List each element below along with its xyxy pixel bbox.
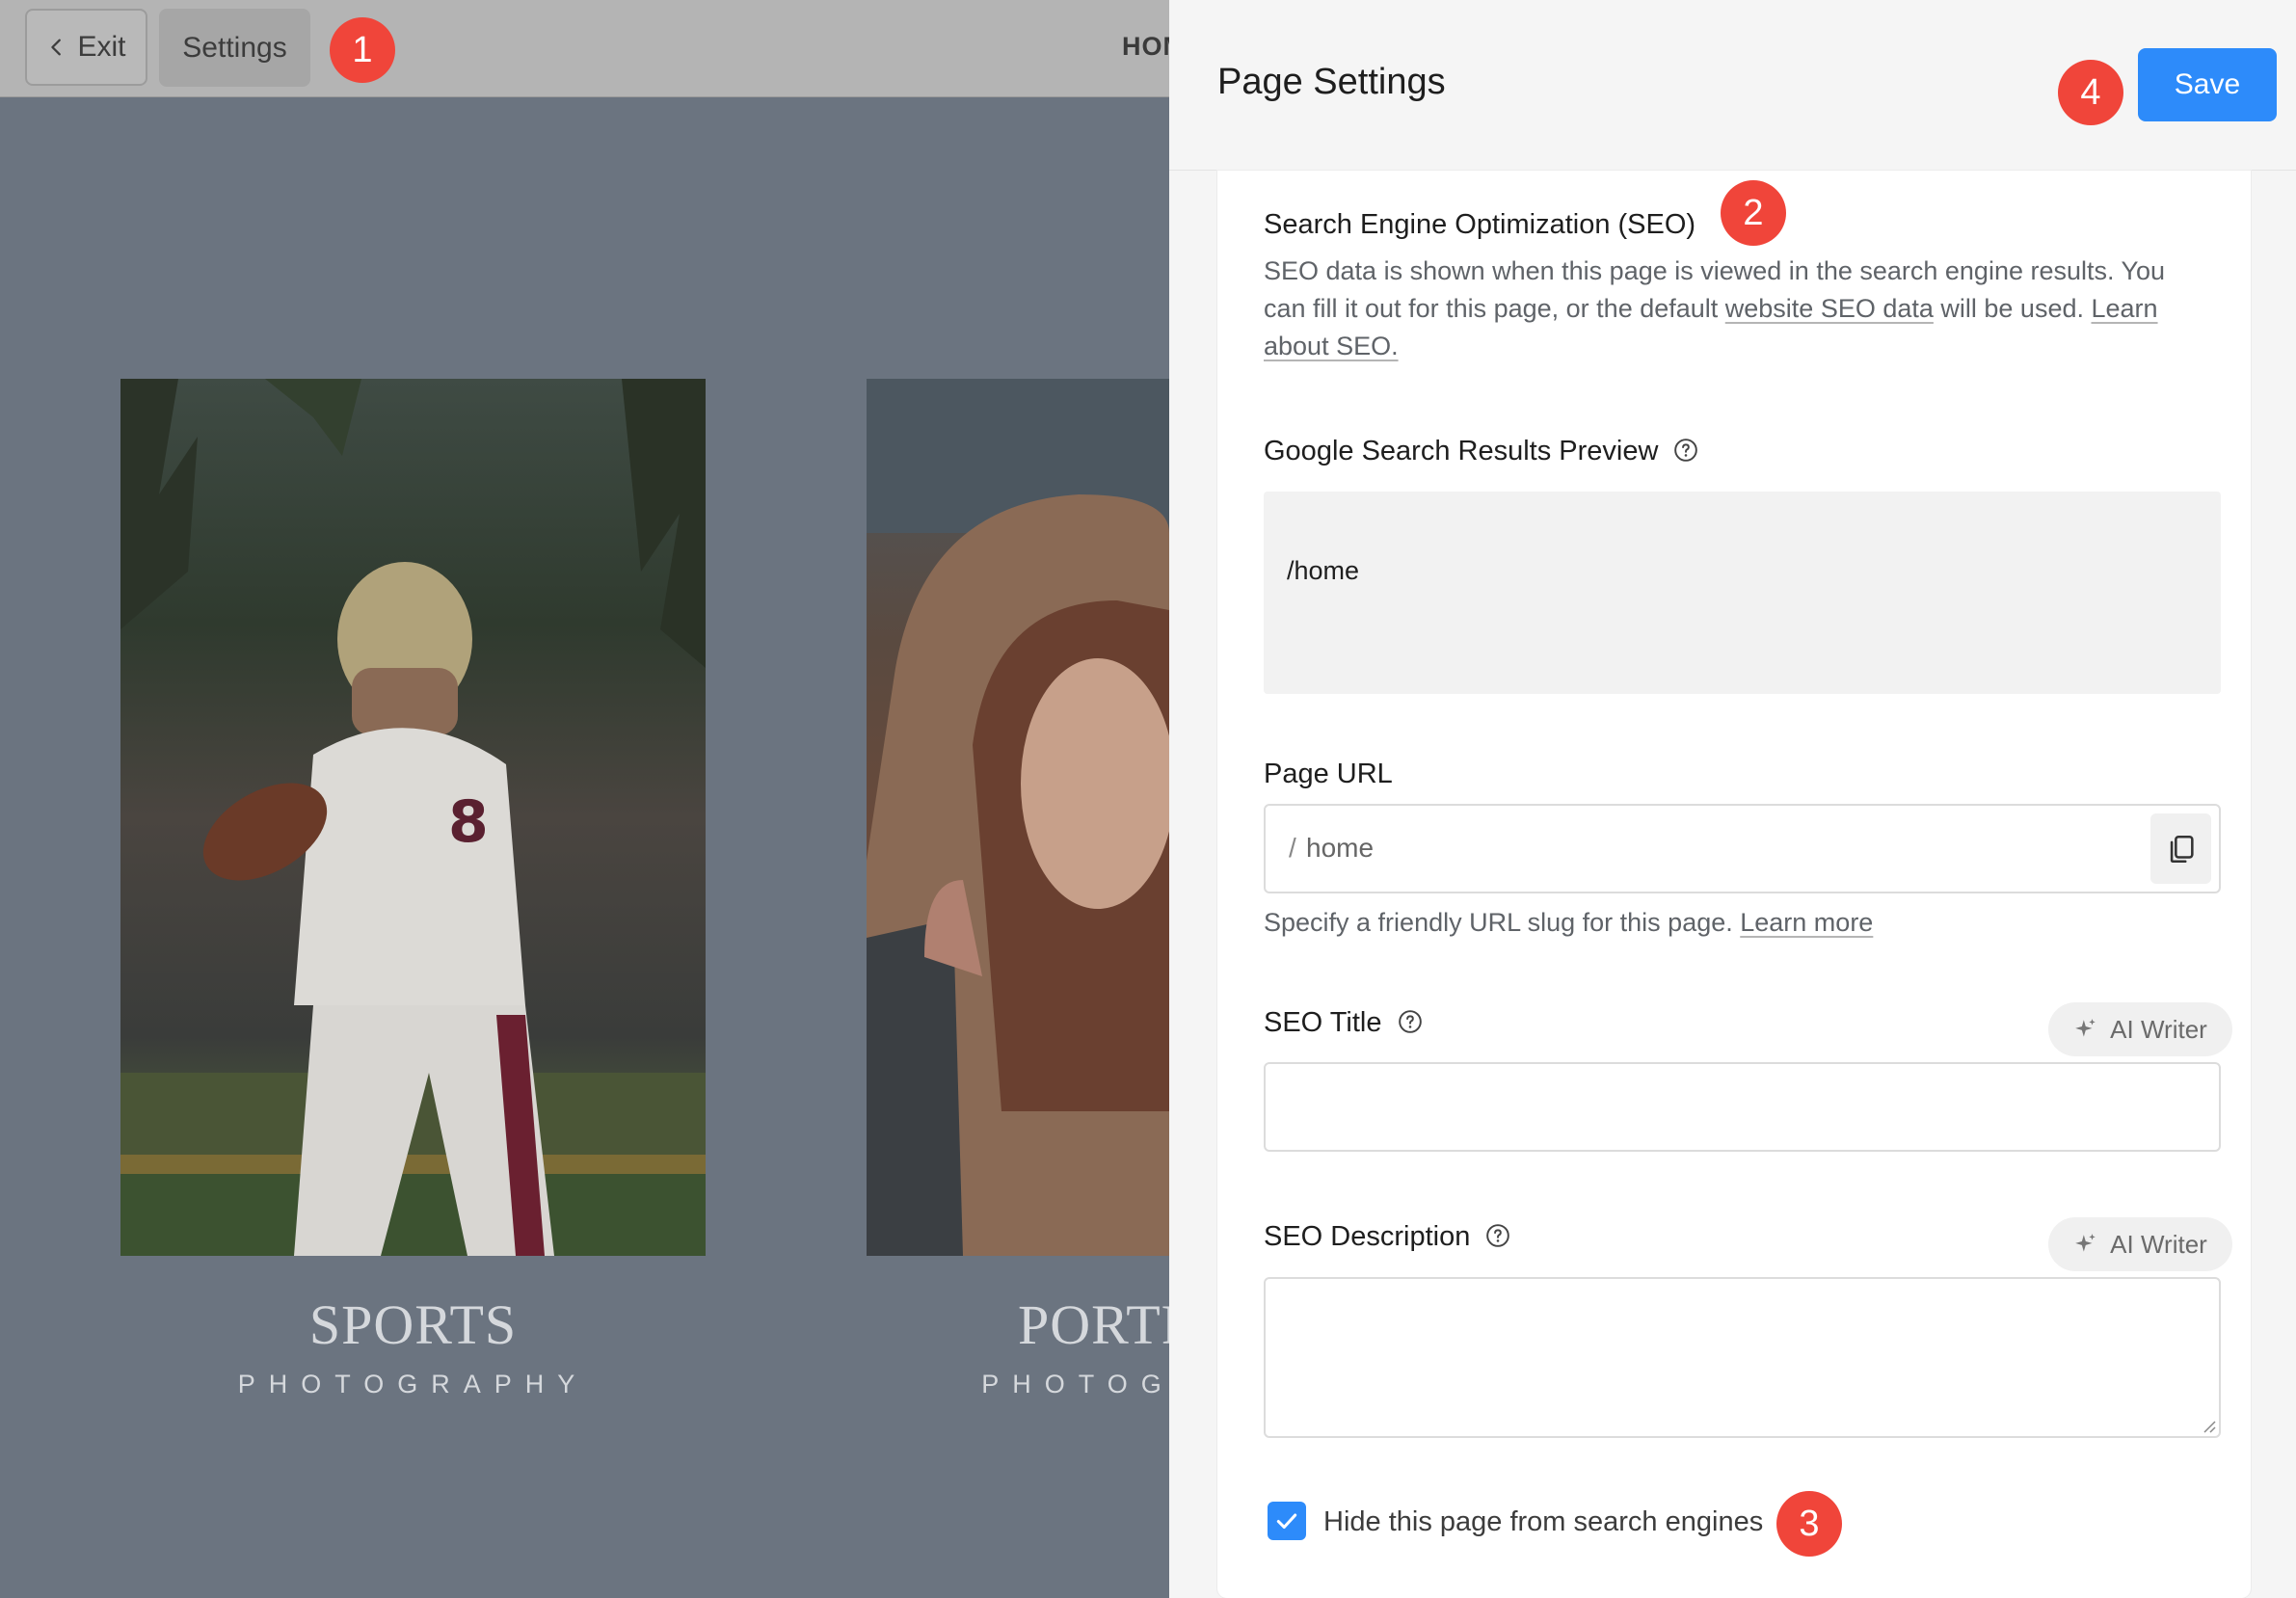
hide-from-search-checkbox[interactable] — [1268, 1502, 1306, 1540]
seo-section-description: SEO data is shown when this page is view… — [1264, 253, 2189, 365]
google-preview-label: Google Search Results Preview — [1264, 436, 1698, 467]
google-preview-url: /home — [1287, 556, 1360, 585]
portrait-woman-illustration — [867, 379, 1169, 1256]
save-button[interactable]: Save — [2138, 48, 2277, 121]
page-url-label: Page URL — [1264, 759, 1393, 789]
annotation-badge-1: 1 — [330, 17, 395, 83]
football-player-illustration: 8 — [120, 379, 706, 1256]
ai-writer-label: AI Writer — [2110, 1014, 2207, 1044]
portrait-gallery-title: PORTRAIT — [1017, 1293, 1169, 1356]
panel-title: Page Settings — [1217, 62, 1446, 102]
help-icon[interactable] — [1398, 1009, 1423, 1034]
seo-title-label-text: SEO Title — [1264, 1007, 1382, 1038]
portrait-gallery-subtitle: PHOTOGRAPHY — [981, 1370, 1169, 1398]
checkmark-icon — [1276, 1513, 1297, 1530]
hide-from-search-label[interactable]: Hide this page from search engines — [1323, 1506, 1763, 1538]
portrait-gallery-image[interactable] — [867, 379, 1169, 1256]
editor-top-bar: Exit Settings HOME — [0, 0, 1169, 97]
nav-item-home[interactable]: HOME — [1122, 32, 1169, 62]
seo-section-title: Search Engine Optimization (SEO) — [1264, 209, 1696, 240]
copy-url-button[interactable] — [2150, 813, 2211, 884]
annotation-badge-3: 3 — [1776, 1491, 1842, 1557]
google-preview-box: /home — [1264, 492, 2221, 694]
resize-grip-icon[interactable] — [2201, 1418, 2216, 1433]
sports-gallery-title: SPORTS — [308, 1293, 518, 1356]
panel-header: Page Settings Save — [1169, 0, 2296, 171]
sports-gallery-subtitle: PHOTOGRAPHY — [237, 1370, 589, 1398]
sparkle-icon — [2075, 1019, 2096, 1037]
seo-description-ai-writer-button[interactable]: AI Writer — [2048, 1217, 2232, 1271]
annotation-badge-2: 2 — [1721, 180, 1786, 246]
seo-description-textarea[interactable] — [1264, 1277, 2221, 1438]
page-url-field[interactable]: / home — [1264, 804, 2221, 893]
chevron-left-icon — [51, 39, 62, 56]
seo-desc-text-2: will be used. — [1933, 294, 2092, 323]
url-slug-value: home — [1306, 833, 1375, 863]
page-url-hint-text: Specify a friendly URL slug for this pag… — [1264, 908, 1741, 937]
seo-title-label: SEO Title — [1264, 1007, 1423, 1039]
help-icon[interactable] — [1673, 438, 1698, 463]
website-seo-data-link[interactable]: website SEO data — [1725, 294, 1934, 323]
page-settings-panel: Page Settings Save 4 Search Engine Optim… — [1169, 0, 2296, 1598]
learn-more-link[interactable]: Learn more — [1740, 908, 1873, 937]
seo-title-ai-writer-button[interactable]: AI Writer — [2048, 1002, 2232, 1056]
annotation-badge-4: 4 — [2058, 60, 2123, 125]
svg-text:8: 8 — [448, 788, 489, 856]
exit-label: Exit — [77, 31, 126, 63]
copy-icon — [2170, 835, 2194, 863]
ai-writer-label: AI Writer — [2110, 1229, 2207, 1259]
seo-description-label: SEO Description — [1264, 1221, 1510, 1253]
seo-description-label-text: SEO Description — [1264, 1221, 1471, 1252]
sports-gallery-image[interactable]: 8 — [120, 379, 706, 1256]
settings-button[interactable]: Settings — [159, 9, 310, 87]
page-url-hint: Specify a friendly URL slug for this pag… — [1264, 908, 1873, 938]
seo-settings-card: Search Engine Optimization (SEO) 2 SEO d… — [1217, 171, 2251, 1598]
seo-title-input[interactable] — [1264, 1062, 2221, 1152]
exit-button[interactable]: Exit — [25, 9, 147, 86]
editor-canvas: 8 SPORTS PHOTOGRAPHY PORTRAIT PHOTOGRAPH… — [0, 97, 1169, 1598]
help-icon[interactable] — [1485, 1223, 1510, 1248]
url-prefix: / — [1289, 833, 1296, 863]
google-preview-label-text: Google Search Results Preview — [1264, 436, 1659, 466]
sparkle-icon — [2075, 1234, 2096, 1252]
